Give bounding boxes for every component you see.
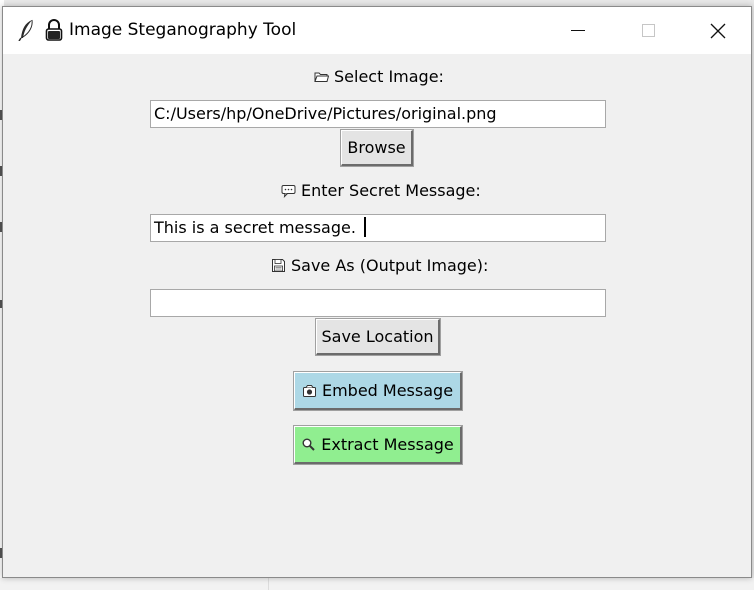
output-path-input[interactable] xyxy=(150,289,606,317)
speech-bubble-icon xyxy=(281,185,296,198)
save-as-label-text: Save As (Output Image): xyxy=(291,256,489,275)
magnifier-icon xyxy=(302,438,315,451)
background-divider xyxy=(268,578,269,590)
select-image-label: Select Image: xyxy=(314,67,444,86)
image-path-value: C:/Users/hp/OneDrive/Pictures/original.p… xyxy=(154,104,497,123)
text-cursor xyxy=(363,217,366,237)
feather-icon xyxy=(18,19,33,41)
secret-message-label-text: Enter Secret Message: xyxy=(301,181,481,200)
extract-message-button-label: Extract Message xyxy=(321,435,454,454)
close-icon xyxy=(710,23,726,38)
maximize-button[interactable] xyxy=(625,7,671,54)
background-taskbar-strip xyxy=(0,578,754,590)
close-button[interactable] xyxy=(695,7,741,54)
minimize-button[interactable] xyxy=(555,7,601,54)
save-location-button-label: Save Location xyxy=(321,327,434,346)
folder-icon xyxy=(314,72,329,82)
camera-icon xyxy=(302,385,316,397)
title-bar[interactable]: Image Steganography Tool xyxy=(3,7,751,54)
secret-message-label: Enter Secret Message: xyxy=(281,181,481,200)
browse-button-label: Browse xyxy=(347,138,406,157)
embed-message-button[interactable]: Embed Message xyxy=(293,371,463,411)
save-location-button[interactable]: Save Location xyxy=(315,318,441,356)
maximize-icon xyxy=(641,24,655,37)
lock-icon xyxy=(45,19,63,41)
app-window: Image Steganography Tool Select Image: C… xyxy=(2,6,752,578)
window-title: Image Steganography Tool xyxy=(69,20,297,40)
select-image-label-text: Select Image: xyxy=(334,67,444,86)
save-as-label: Save As (Output Image): xyxy=(271,256,488,275)
extract-message-button[interactable]: Extract Message xyxy=(293,425,463,465)
image-path-input[interactable]: C:/Users/hp/OneDrive/Pictures/original.p… xyxy=(150,100,606,128)
embed-message-button-label: Embed Message xyxy=(321,381,454,400)
secret-message-value: This is a secret message. xyxy=(154,218,356,237)
secret-message-input[interactable]: This is a secret message. xyxy=(150,214,606,242)
browse-button[interactable]: Browse xyxy=(340,129,414,167)
floppy-disk-icon xyxy=(272,259,285,272)
minimize-icon xyxy=(571,30,585,31)
